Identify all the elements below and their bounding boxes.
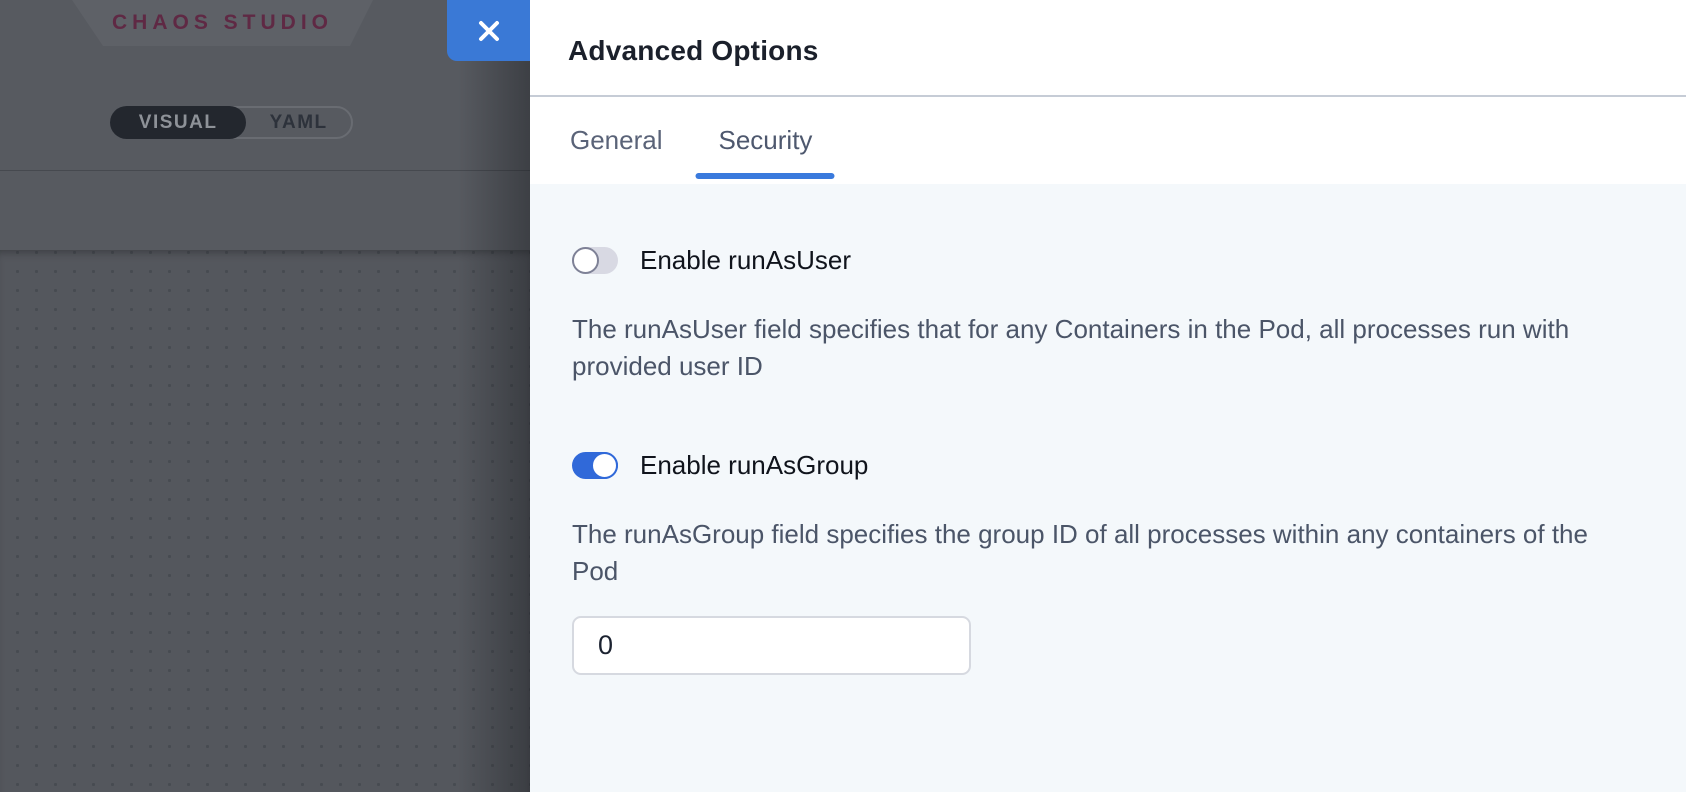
brand-logo-text: CHAOS STUDIO [112, 11, 333, 35]
tab-general-label: General [570, 125, 663, 156]
drawer-header: Advanced Options [530, 0, 1686, 97]
security-tab-content: Enable runAsUser The runAsUser field spe… [530, 184, 1686, 792]
runasuser-toggle[interactable] [572, 247, 618, 274]
runasgroup-toggle-row: Enable runAsGroup [572, 451, 1644, 479]
visual-yaml-toggle: VISUAL YAML [110, 106, 353, 139]
runasuser-toggle-label: Enable runAsUser [640, 245, 851, 276]
runasgroup-section: Enable runAsGroup The runAsGroup field s… [572, 451, 1644, 675]
close-drawer-button[interactable] [447, 0, 530, 61]
runasgroup-description: The runAsGroup field specifies the group… [572, 516, 1617, 590]
toolbar-divider [0, 170, 530, 171]
tab-security-label: Security [719, 125, 813, 156]
close-icon [476, 18, 502, 44]
runasuser-toggle-row: Enable runAsUser [572, 246, 1644, 274]
runasgroup-value-input[interactable] [572, 616, 971, 675]
workflow-dot-canvas[interactable] [0, 250, 530, 792]
runasgroup-toggle[interactable] [572, 452, 618, 479]
mode-toggle-visual[interactable]: VISUAL [110, 106, 246, 139]
brand-banner: CHAOS STUDIO [72, 0, 373, 46]
tab-active-underline [696, 173, 835, 179]
runasgroup-toggle-label: Enable runAsGroup [640, 450, 868, 481]
runasuser-description: The runAsUser field specifies that for a… [572, 311, 1617, 385]
drawer-tabs: General Security [530, 97, 1686, 184]
mode-toggle-yaml[interactable]: YAML [246, 108, 351, 137]
tab-general[interactable]: General [562, 97, 671, 184]
toggle-knob [572, 247, 599, 274]
advanced-options-drawer: Advanced Options General Security Enable… [530, 0, 1686, 792]
runasuser-section: Enable runAsUser The runAsUser field spe… [572, 246, 1644, 385]
app-window: CHAOS STUDIO VISUAL YAML Advanced Option… [0, 0, 1686, 792]
tab-security[interactable]: Security [711, 97, 821, 184]
drawer-title: Advanced Options [568, 35, 819, 67]
toggle-knob [591, 452, 618, 479]
chaos-studio-background: CHAOS STUDIO VISUAL YAML [0, 0, 530, 792]
